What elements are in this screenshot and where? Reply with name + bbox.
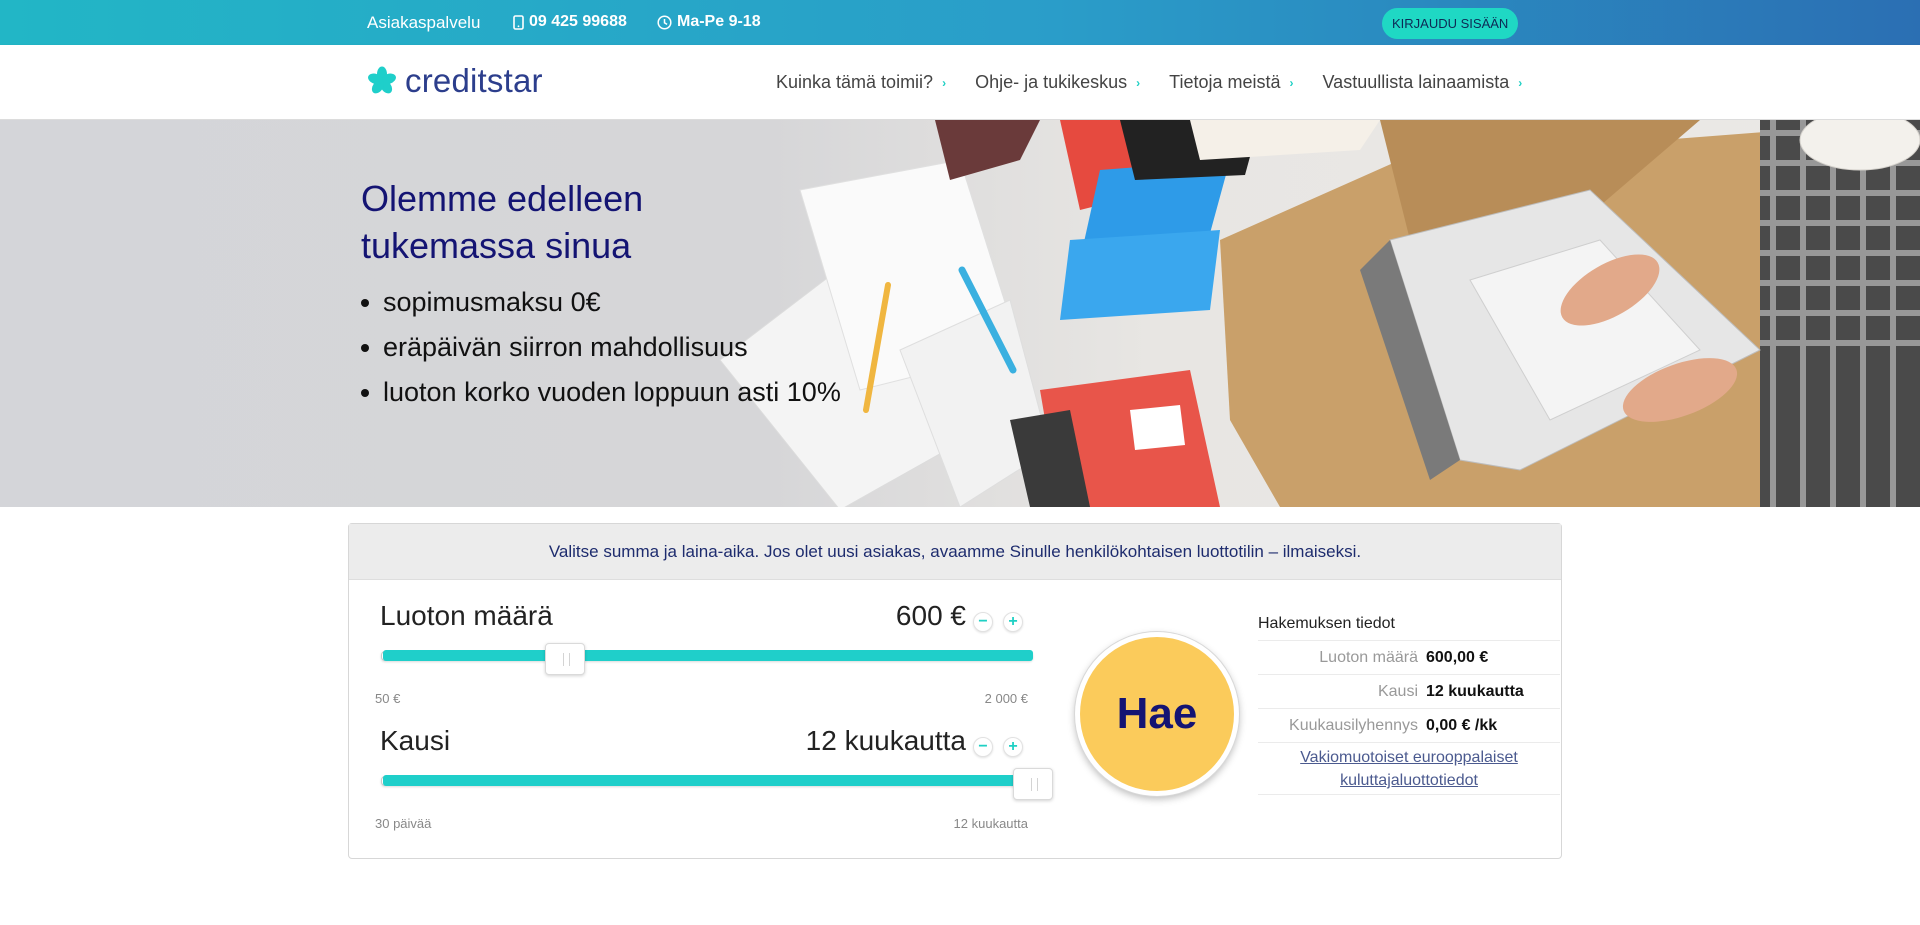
amount-slider-fill — [383, 650, 1033, 661]
phone-icon — [513, 14, 524, 30]
amount-max-label: 2 000 € — [984, 691, 1028, 706]
top-bar: Asiakaspalvelu 09 425 99688 Ma-Pe 9-18 K… — [0, 0, 1920, 45]
nav-item-help-center[interactable]: Ohje- ja tukikeskus › — [975, 72, 1140, 93]
list-item: eräpäivän siirron mahdollisuus — [361, 325, 841, 370]
period-decrease-button[interactable]: − — [973, 737, 993, 757]
list-item: luoton korko vuoden loppuun asti 10% — [361, 370, 841, 415]
logo[interactable]: creditstar — [367, 62, 543, 100]
period-label: Kausi — [380, 725, 451, 756]
main-nav: creditstar Kuinka tämä toimii? › Ohje- ja… — [0, 45, 1920, 120]
opening-hours: Ma-Pe 9-18 — [657, 13, 761, 31]
chevron-right-icon: › — [942, 75, 947, 90]
period-increase-button[interactable]: + — [1003, 737, 1023, 757]
amount-increase-button[interactable]: + — [1003, 612, 1023, 632]
amount-label: Luoton määrä — [380, 600, 553, 631]
hero-illustration — [719, 120, 1920, 507]
summary-key: Kausi — [1377, 682, 1418, 700]
hours-text: Ma-Pe 9-18 — [677, 13, 761, 30]
phone-number: 09 425 99688 — [529, 13, 627, 30]
summary-key: Luoton määrä — [1319, 648, 1418, 666]
summary-row-amount: Luoton määrä 600,00 € — [1258, 641, 1560, 675]
amount-slider-handle[interactable] — [545, 643, 585, 675]
period-slider-fill — [383, 775, 1033, 786]
hero-benefits-list: sopimusmaksu 0€ eräpäivän siirron mahdol… — [361, 280, 841, 415]
summary-value: 600,00 € — [1426, 648, 1489, 666]
clock-icon — [657, 14, 672, 30]
nav-item-responsible-lending[interactable]: Vastuullista lainaamista › — [1323, 72, 1523, 93]
nav-menu: Kuinka tämä toimii? › Ohje- ja tukikeskus… — [776, 72, 1551, 93]
summary-key: Kuukausilyhennys — [1289, 716, 1418, 734]
amount-min-label: 50 € — [375, 691, 401, 706]
nav-item-how-it-works[interactable]: Kuinka tämä toimii? › — [776, 72, 946, 93]
summary-value: 0,00 € /kk — [1426, 716, 1498, 734]
period-value: 12 kuukautta — [805, 725, 966, 756]
hero-title: Olemme edelleen tukemassa sinua — [361, 178, 644, 266]
amount-decrease-button[interactable]: − — [973, 612, 993, 632]
period-min-label: 30 päivää — [375, 816, 432, 831]
secci-info-link[interactable]: Vakiomuotoiset eurooppalaiset kuluttajal… — [1258, 743, 1560, 795]
summary-value: 12 kuukautta — [1426, 682, 1524, 700]
star-logo-icon — [368, 66, 396, 94]
chevron-right-icon: › — [1518, 75, 1523, 90]
calculator-intro: Valitse summa ja laina-aika. Jos olet uu… — [349, 524, 1561, 580]
nav-item-label: Tietoja meistä — [1169, 72, 1281, 92]
application-summary: Hakemuksen tiedot Luoton määrä 600,00 € … — [1258, 607, 1560, 795]
apply-button[interactable]: Hae — [1075, 632, 1239, 796]
list-item: sopimusmaksu 0€ — [361, 280, 841, 325]
nav-item-label: Kuinka tämä toimii? — [776, 72, 934, 92]
amount-value: 600 € — [895, 600, 966, 631]
summary-title: Hakemuksen tiedot — [1258, 607, 1560, 641]
nav-item-about-us[interactable]: Tietoja meistä › — [1169, 72, 1293, 93]
nav-item-label: Vastuullista lainaamista — [1322, 72, 1510, 92]
period-max-label: 12 kuukautta — [953, 816, 1028, 831]
brand-name: creditstar — [405, 62, 543, 99]
nav-item-label: Ohje- ja tukikeskus — [975, 72, 1128, 92]
summary-row-period: Kausi 12 kuukautta — [1258, 675, 1560, 709]
login-button[interactable]: KIRJAUDU SISÄÄN — [1382, 8, 1519, 39]
customer-service-label: Asiakaspalvelu — [367, 13, 481, 32]
phone-link[interactable]: 09 425 99688 — [513, 13, 627, 31]
chevron-right-icon: › — [1289, 75, 1294, 90]
period-slider-handle[interactable] — [1013, 768, 1053, 800]
summary-row-monthly-payment: Kuukausilyhennys 0,00 € /kk — [1258, 709, 1560, 743]
hero-banner: Olemme edelleen tukemassa sinua sopimusm… — [0, 120, 1920, 507]
chevron-right-icon: › — [1136, 75, 1141, 90]
